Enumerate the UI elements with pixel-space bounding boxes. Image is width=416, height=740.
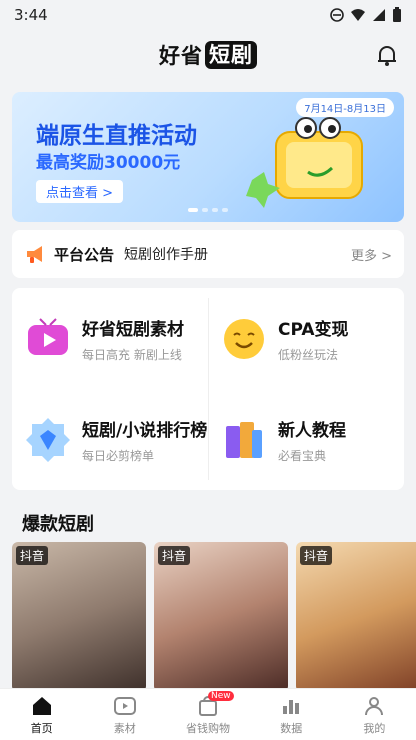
app-header: 好省 短剧	[0, 30, 416, 80]
status-bar: 3:44	[0, 0, 416, 30]
drama-poster[interactable]: 抖音	[296, 542, 416, 692]
platform-chip: 抖音	[300, 546, 333, 565]
wifi-icon	[351, 9, 365, 21]
feature-desc: 低粉丝玩法	[278, 347, 339, 362]
tab-data[interactable]: 数据	[250, 689, 333, 740]
app-title-tag: 短剧	[205, 41, 257, 69]
banner-mascot-illustration	[246, 117, 363, 208]
signal-icon	[373, 9, 385, 21]
notice-label: 平台公告	[54, 245, 115, 264]
status-icons	[330, 7, 402, 23]
dnd-icon	[330, 8, 344, 22]
feature-tutorial[interactable]: 新人教程 必看宝典	[208, 389, 404, 490]
feature-desc: 每日必剪榜单	[82, 448, 155, 463]
bar-chart-icon	[283, 699, 300, 714]
feature-title: CPA变现	[278, 319, 349, 340]
notice-more-link[interactable]: 更多 >	[351, 245, 392, 264]
poster-list: 抖音 抖音 抖音	[12, 542, 416, 692]
tab-label: 省钱购物	[186, 721, 230, 735]
feature-desc: 每日高充 新剧上线	[82, 347, 182, 362]
new-badge: New	[208, 691, 234, 701]
banner-subtitle: 最高奖励30000元	[36, 153, 181, 173]
feature-cpa[interactable]: CPA变现 低粉丝玩法	[208, 288, 404, 389]
promo-banner[interactable]: 7月14日-8月13日 端原生直推活动 最高奖励30000元 点击查看 >	[12, 92, 404, 222]
feature-desc: 必看宝典	[278, 448, 327, 463]
app-title: 好省 短剧	[159, 40, 257, 70]
feature-title: 好省短剧素材	[82, 319, 184, 340]
feature-grid: 好省短剧素材 每日高充 新剧上线 CPA变现 低粉丝玩法 短剧/小说排行榜 每日…	[12, 288, 404, 490]
feature-title: 新人教程	[278, 420, 346, 441]
megaphone-icon	[27, 246, 42, 263]
notice-text[interactable]: 短剧创作手册	[124, 244, 208, 264]
platform-chip: 抖音	[16, 546, 49, 565]
play-square-icon	[113, 696, 136, 715]
bell-icon[interactable]	[374, 42, 400, 68]
drama-poster[interactable]: 抖音	[154, 542, 288, 692]
status-time: 3:44	[14, 6, 48, 24]
tv-icon	[28, 317, 68, 355]
app-title-prefix: 好省	[159, 44, 203, 68]
books-icon	[226, 421, 262, 458]
bottom-tab-bar: 首页 素材 New 省钱购物 数据 我的	[0, 688, 416, 740]
tab-label: 素材	[113, 721, 136, 735]
tab-label: 数据	[280, 721, 303, 735]
tab-label: 我的	[363, 721, 386, 735]
banner-title: 端原生直推活动	[36, 123, 197, 149]
user-icon	[365, 696, 384, 715]
tab-home[interactable]: 首页	[0, 689, 83, 740]
platform-notice-bar[interactable]: 平台公告 短剧创作手册 更多 >	[12, 230, 404, 278]
diamond-badge-icon	[26, 417, 70, 462]
smile-face-icon	[224, 318, 264, 359]
tab-label: 首页	[30, 721, 53, 735]
tab-shopping[interactable]: New 省钱购物	[166, 689, 249, 740]
banner-pagination	[188, 208, 228, 212]
feature-materials[interactable]: 好省短剧素材 每日高充 新剧上线	[12, 288, 208, 389]
feature-ranking[interactable]: 短剧/小说排行榜 每日必剪榜单	[12, 389, 208, 490]
platform-chip: 抖音	[158, 546, 191, 565]
battery-icon	[393, 7, 401, 22]
tab-materials[interactable]: 素材	[83, 689, 166, 740]
section-title: 爆款短剧	[22, 514, 94, 535]
drama-poster[interactable]: 抖音	[12, 542, 146, 692]
banner-cta-button[interactable]: 点击查看 >	[36, 180, 124, 203]
tab-profile[interactable]: 我的	[333, 689, 416, 740]
home-icon	[32, 696, 51, 715]
feature-title: 短剧/小说排行榜	[82, 420, 208, 441]
